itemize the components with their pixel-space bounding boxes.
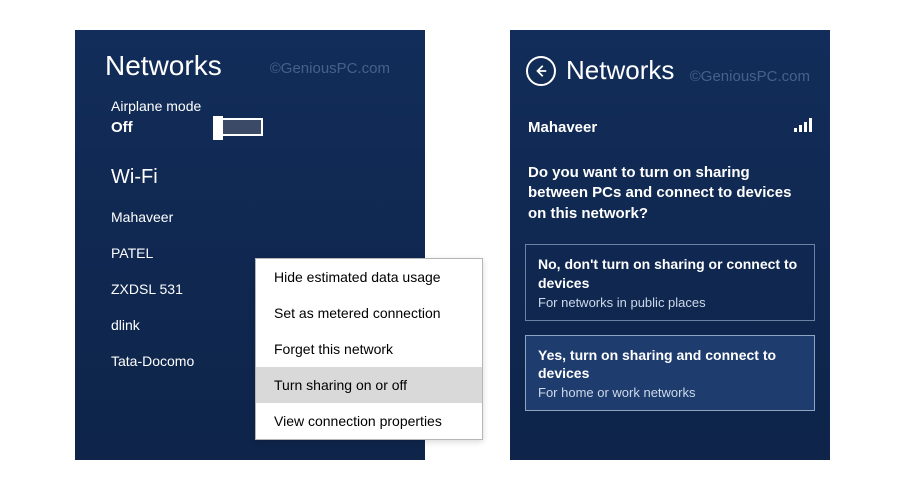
wifi-context-menu: Hide estimated data usage Set as metered… [255,258,483,440]
wifi-signal-icon [794,118,812,137]
context-hide-data-usage[interactable]: Hide estimated data usage [256,259,482,295]
back-button[interactable] [526,56,556,86]
arrow-left-icon [534,64,548,78]
option-yes-subtitle: For home or work networks [538,385,802,400]
option-yes-sharing[interactable]: Yes, turn on sharing and connect to devi… [525,335,815,412]
networks-panel-right: ©GeniousPC.com Networks Mahaveer Do you … [510,30,830,460]
option-yes-title: Yes, turn on sharing and connect to devi… [538,346,802,384]
panel-title-right: Networks [566,55,674,86]
airplane-mode-toggle[interactable] [213,118,263,136]
context-view-properties[interactable]: View connection properties [256,403,482,439]
option-no-title: No, don't turn on sharing or connect to … [538,255,802,293]
airplane-mode-status: Off [111,119,133,136]
watermark-text: ©GeniousPC.com [270,60,390,77]
networks-panel-left: ©GeniousPC.com Networks Airplane mode Of… [75,30,425,460]
option-no-subtitle: For networks in public places [538,295,802,310]
context-forget-network[interactable]: Forget this network [256,331,482,367]
selected-network-name: Mahaveer [528,119,597,136]
wifi-item-mahaveer[interactable]: Mahaveer [111,199,425,235]
airplane-mode-section: Airplane mode Off [75,82,425,136]
watermark-text-right: ©GeniousPC.com [690,68,810,85]
selected-network-header: Mahaveer [510,86,830,137]
toggle-knob [213,116,223,140]
context-turn-sharing[interactable]: Turn sharing on or off [256,367,482,403]
option-no-sharing[interactable]: No, don't turn on sharing or connect to … [525,244,815,321]
wifi-section-label: Wi-Fi [75,136,425,199]
sharing-prompt-text: Do you want to turn on sharing between P… [510,137,830,244]
context-set-metered[interactable]: Set as metered connection [256,295,482,331]
airplane-mode-label: Airplane mode [111,98,425,114]
